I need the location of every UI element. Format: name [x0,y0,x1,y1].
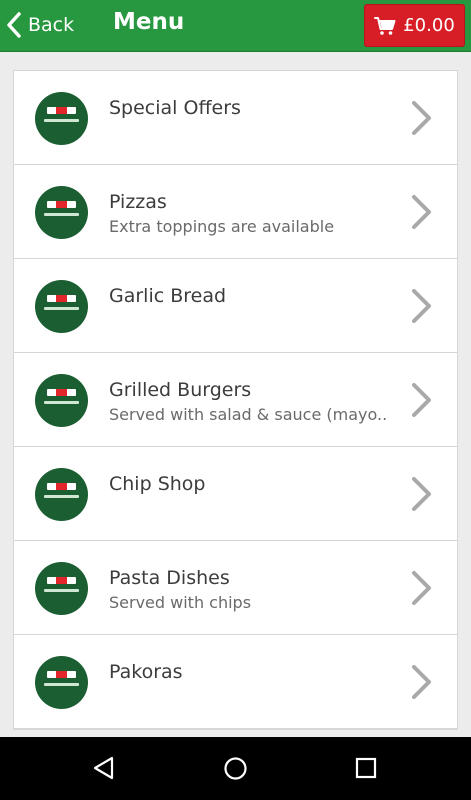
cart-button[interactable]: £0.00 [364,4,465,47]
back-label: Back [28,14,75,36]
menu-category-item[interactable]: Grilled Burgers Served with salad & sauc… [14,353,457,447]
category-name: Chip Shop [109,473,206,495]
page-title: Menu [113,9,185,35]
chevron-right-icon [412,665,431,699]
menu-category-item[interactable]: Chip Shop [14,447,457,541]
category-name: Special Offers [109,97,241,119]
restaurant-logo [35,92,88,145]
menu-category-item[interactable]: Pasta Dishes Served with chips [14,541,457,635]
chevron-right-icon [412,571,431,605]
restaurant-logo [35,374,88,427]
category-name: Garlic Bread [109,285,227,307]
system-nav-bar [0,737,471,800]
restaurant-logo [35,656,88,709]
restaurant-logo [35,186,88,239]
cart-icon [374,16,396,35]
back-button[interactable]: Back [6,6,74,44]
triangle-back-icon[interactable] [92,756,116,780]
menu-category-item[interactable]: Pizzas Extra toppings are available [14,165,457,259]
category-name: Pasta Dishes [109,567,230,589]
top-bar: Back Menu £0.00 [0,0,471,52]
category-description: Served with chips [109,593,252,612]
chevron-right-icon [412,289,431,323]
menu-category-item[interactable]: Pakoras [14,635,457,729]
category-name: Pizzas [109,191,167,213]
category-description: Served with salad & sauce (mayo.. [109,405,388,424]
menu-category-item[interactable]: Special Offers [14,71,457,165]
restaurant-logo [35,468,88,521]
chevron-left-icon [7,12,21,38]
cart-total: £0.00 [403,15,455,36]
category-name: Pakoras [109,661,183,683]
chevron-right-icon [412,195,431,229]
circle-home-icon[interactable] [223,756,248,781]
chevron-right-icon [412,383,431,417]
restaurant-logo [35,562,88,615]
restaurant-logo [35,280,88,333]
app-screen: Back Menu £0.00 Special Offers Pizzas Ex… [0,0,471,800]
category-description: Extra toppings are available [109,217,335,236]
square-recents-icon[interactable] [355,757,377,779]
menu-category-list: Special Offers Pizzas Extra toppings are… [13,70,458,730]
menu-category-item[interactable]: Garlic Bread [14,259,457,353]
chevron-right-icon [412,101,431,135]
chevron-right-icon [412,477,431,511]
category-name: Grilled Burgers [109,379,252,401]
